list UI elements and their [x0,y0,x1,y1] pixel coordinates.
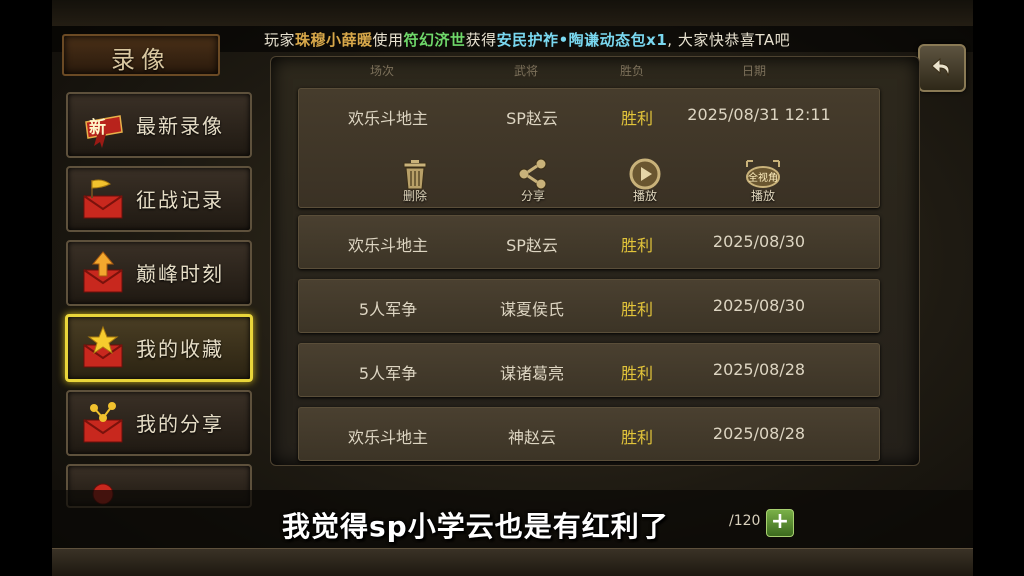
flag-envelope-icon [83,179,123,219]
row-result: 胜利 [620,300,653,319]
banner-reward: 安民护祚•陶谦动态包x1 [496,31,668,49]
banner-player: 珠穆小薛暖 [295,31,373,49]
banner-mid1: 使用 [372,31,404,49]
replay-row[interactable]: 欢乐斗地主 SP赵云 胜利 2025/08/30 [298,215,880,269]
row-date: 2025/08/28 [712,360,806,379]
row-mode: 5人军争 [358,364,418,383]
full-view-play-icon: 全视角 [746,160,780,188]
title-plate: 录像 [62,34,220,76]
menu-item-latest-replay[interactable]: 新 最新录像 [66,92,252,158]
menu-label-battle: 征战记录 [136,188,224,212]
play-icon [629,158,661,190]
header-result: 胜负 [620,64,645,78]
banner-prefix: 玩家 [264,31,296,49]
share-envelope-icon [83,402,123,443]
row-date: 2025/08/28 [712,424,806,443]
row-result: 胜利 [620,364,653,383]
row-general: SP赵云 [506,236,558,255]
header-mode: 场次 [370,64,395,78]
new-badge-text: 新 [89,117,106,138]
delete-label: 删除 [402,189,427,203]
play-label: 播放 [632,189,657,203]
row-general: 谋夏侯氏 [499,300,564,319]
replay-row[interactable]: 5人军争 谋诸葛亮 胜利 2025/08/28 [298,343,880,397]
header-date: 日期 [742,64,767,78]
banner-item: 符幻济世 [403,31,466,49]
top-frame [52,0,973,26]
replay-row[interactable]: 5人军争 谋夏侯氏 胜利 2025/08/30 [298,279,880,333]
full-view-icon-text: 全视角 [748,171,778,184]
row-mode: 欢乐斗地主 [347,428,428,447]
row-result: 胜利 [620,236,653,255]
full-view-play-label: 播放 [750,189,775,203]
row-mode: 欢乐斗地主 [347,109,428,128]
menu-item-battle-record[interactable]: 征战记录 [66,166,252,232]
delete-button[interactable]: 删除 [385,157,445,204]
page-title: 录像 [111,46,171,74]
menu-item-my-favorites[interactable]: 我的收藏 [65,314,253,382]
replay-row[interactable]: 欢乐斗地主 神赵云 胜利 2025/08/28 [298,407,880,461]
share-label: 分享 [520,189,545,203]
back-button[interactable] [918,44,966,92]
menu-label-latest: 最新录像 [136,114,224,138]
row-date: 2025/08/30 [712,232,806,251]
new-ribbon-icon: 新 [85,115,123,148]
row-date: 2025/08/31 12:11 [687,105,831,124]
return-arrow-icon [931,57,950,77]
row-general: SP赵云 [506,109,558,128]
menu-label-shares: 我的分享 [136,412,224,436]
favorites-counter: /120 [729,513,761,529]
video-subtitle: 我觉得sp小学云也是有红利了 [282,510,669,543]
header-general: 武将 [514,64,539,78]
replay-row-selected[interactable]: 欢乐斗地主 SP赵云 胜利 2025/08/31 12:11 删除 分享 播放 … [298,88,880,208]
play-button[interactable]: 播放 [615,157,675,204]
letterbox-left [0,0,52,576]
share-button[interactable]: 分享 [503,157,563,204]
menu-item-my-shares[interactable]: 我的分享 [66,390,252,456]
bottom-frame [52,548,973,576]
star-envelope-icon [83,325,123,368]
banner-suffix: , 大家快恭喜TA吧 [667,31,791,49]
row-general: 神赵云 [507,428,556,447]
row-result: 胜利 [620,109,653,128]
menu-label-favorites: 我的收藏 [136,337,224,361]
trash-icon [403,160,427,190]
share-icon [518,158,547,190]
menu-label-peak: 巅峰时刻 [136,262,224,286]
arrow-envelope-icon [83,251,123,293]
game-screen: 玩家珠穆小薛暖使用符幻济世获得安民护祚•陶谦动态包x1, 大家快恭喜TA吧 录像… [52,0,973,576]
menu-item-peak-moments[interactable]: 巅峰时刻 [66,240,252,306]
banner-mid2: 获得 [465,31,497,49]
row-result: 胜利 [620,428,653,447]
add-capacity-button[interactable]: + [766,509,794,537]
announcement-text: 玩家珠穆小薛暖使用符幻济世获得安民护祚•陶谦动态包x1, 大家快恭喜TA吧 [264,29,790,50]
row-mode: 5人军争 [358,300,418,319]
row-mode: 欢乐斗地主 [347,236,428,255]
full-view-play-button[interactable]: 全视角 播放 [733,157,793,204]
row-general: 谋诸葛亮 [499,364,564,383]
row-date: 2025/08/30 [712,296,806,315]
letterbox-right [973,0,1024,576]
